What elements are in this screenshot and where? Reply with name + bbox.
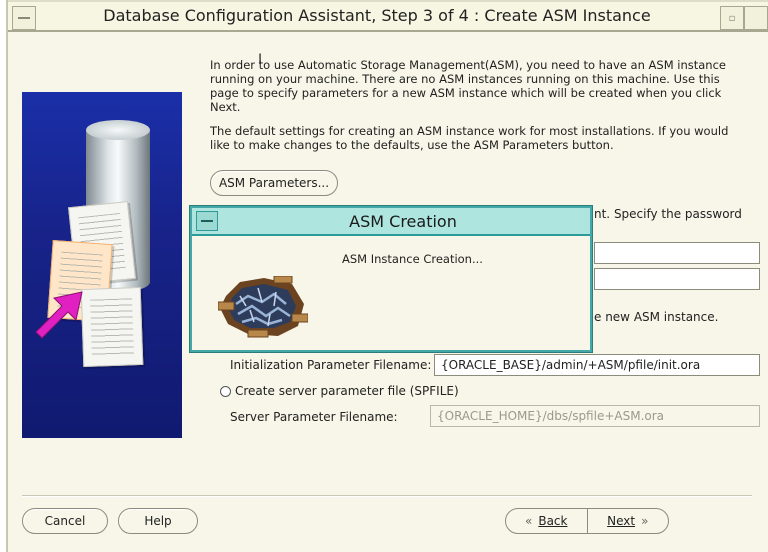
window-titlebar[interactable]: Database Configuration Assistant, Step 3…: [8, 0, 768, 32]
side-illustration: [22, 92, 182, 438]
window-title: Database Configuration Assistant, Step 3…: [103, 6, 651, 25]
asm-creation-dialog: ASM Creation ASM Instance Creation...: [190, 206, 592, 352]
maximize-icon[interactable]: [744, 6, 768, 30]
dialog-titlebar[interactable]: ASM Creation: [192, 208, 590, 236]
cancel-button[interactable]: Cancel: [22, 508, 108, 534]
dialog-body: ASM Instance Creation...: [192, 236, 590, 350]
init-param-label: Initialization Parameter Filename:: [230, 358, 432, 372]
spfile-field: {ORACLE_HOME}/dbs/spfile+ASM.ora: [430, 405, 760, 427]
brick-wall-animation-icon: [218, 276, 308, 338]
back-label: Back: [538, 514, 568, 528]
back-button[interactable]: « Back: [506, 509, 587, 533]
intro-paragraph-2: The default settings for creating an ASM…: [210, 124, 729, 152]
button-separator: [22, 495, 752, 497]
dialog-message: ASM Instance Creation...: [342, 252, 483, 266]
spfile-radio-label: Create server parameter file (SPFILE): [235, 384, 459, 398]
intro-paragraph-1: In order to use Automatic Storage Manage…: [210, 58, 726, 114]
dialog-title: ASM Creation: [349, 212, 457, 231]
next-button[interactable]: Next »: [586, 509, 669, 533]
spfile-radio[interactable]: Create server parameter file (SPFILE): [220, 384, 459, 398]
asm-parameters-button[interactable]: ASM Parameters...: [210, 170, 338, 196]
intro-text: In order to use Automatic Storage Manage…: [210, 58, 750, 162]
new-instance-text: e new ASM instance.: [594, 310, 719, 324]
spfile-label: Server Parameter Filename:: [230, 410, 398, 424]
arrow-icon: [35, 291, 83, 339]
window-menu-icon[interactable]: [12, 6, 36, 30]
password-instruction-text: nt. Specify the password: [594, 207, 742, 221]
sys-password-field[interactable]: [594, 242, 760, 264]
window-menu-icon[interactable]: [196, 211, 218, 231]
help-button[interactable]: Help: [118, 508, 198, 534]
confirm-password-field[interactable]: [594, 268, 760, 290]
minimize-icon[interactable]: ▫: [720, 6, 744, 30]
chevron-left-icon: «: [525, 514, 533, 528]
next-label: Next: [607, 514, 636, 528]
init-param-field[interactable]: {ORACLE_BASE}/admin/+ASM/pfile/init.ora: [434, 354, 760, 376]
radio-button-icon[interactable]: [220, 385, 231, 397]
chevron-right-icon: »: [641, 514, 649, 528]
navigation-button-group: « Back Next »: [505, 508, 669, 534]
